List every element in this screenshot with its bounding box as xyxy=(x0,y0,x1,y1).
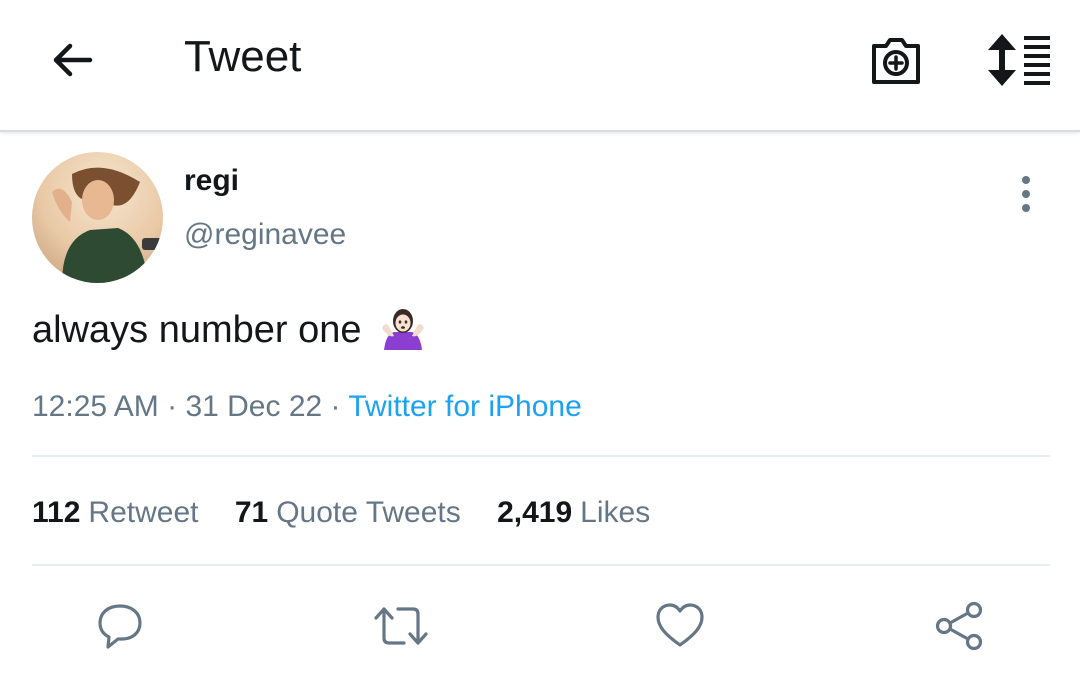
avatar[interactable] xyxy=(32,152,163,283)
quote-tweet-count: 71 xyxy=(234,496,269,529)
avatar-image xyxy=(32,152,163,283)
likes-stat[interactable]: 2,419 Likes xyxy=(497,496,650,530)
retweet-button[interactable] xyxy=(372,600,428,652)
retweets-stat[interactable]: 112 Retweet xyxy=(32,496,198,530)
like-label: Likes xyxy=(580,496,651,529)
share-button[interactable] xyxy=(934,600,986,652)
engagement-stats: 112 Retweet 71 Quote Tweets 2,419 Likes xyxy=(32,496,678,530)
share-icon xyxy=(935,601,983,651)
retweet-label: Retweet xyxy=(88,496,199,529)
retweet-count: 112 xyxy=(32,496,81,529)
like-button[interactable] xyxy=(654,600,706,652)
more-vertical-icon xyxy=(1022,176,1030,212)
user-handle[interactable]: @reginavee xyxy=(184,218,346,252)
reply-button[interactable] xyxy=(94,600,146,652)
back-button[interactable] xyxy=(48,36,96,84)
retweet-icon xyxy=(374,607,428,645)
more-options-button[interactable] xyxy=(1008,174,1044,214)
divider xyxy=(32,455,1050,457)
tweet-time: 12:25 AM xyxy=(32,390,159,423)
quote-tweets-stat[interactable]: 71 Quote Tweets xyxy=(235,496,461,530)
reply-icon xyxy=(98,604,142,649)
quote-tweet-label: Quote Tweets xyxy=(276,496,461,529)
heart-icon xyxy=(656,603,704,647)
page-title: Tweet xyxy=(184,32,302,81)
tweet-metadata: 12:25 AM · 31 Dec 22 · Twitter for iPhon… xyxy=(32,390,582,424)
divider xyxy=(32,564,1050,566)
top-app-bar: Tweet xyxy=(0,0,1080,132)
sort-button[interactable] xyxy=(984,32,1054,88)
meta-separator: · xyxy=(322,390,349,423)
tweet-text-body: always number one xyxy=(32,309,362,351)
arrow-left-icon xyxy=(53,43,93,77)
tweet-date: 31 Dec 22 xyxy=(185,390,323,423)
display-name[interactable]: regi xyxy=(184,164,239,198)
meta-separator: · xyxy=(158,390,186,423)
person-shrugging-emoji xyxy=(380,306,426,352)
camera-plus-icon xyxy=(872,38,920,84)
tweet-text: always number one xyxy=(32,306,426,352)
tweet-source-link[interactable]: Twitter for iPhone xyxy=(348,390,581,423)
camera-button[interactable] xyxy=(868,32,924,88)
like-count: 2,419 xyxy=(497,496,573,529)
sort-list-icon xyxy=(988,34,1050,86)
